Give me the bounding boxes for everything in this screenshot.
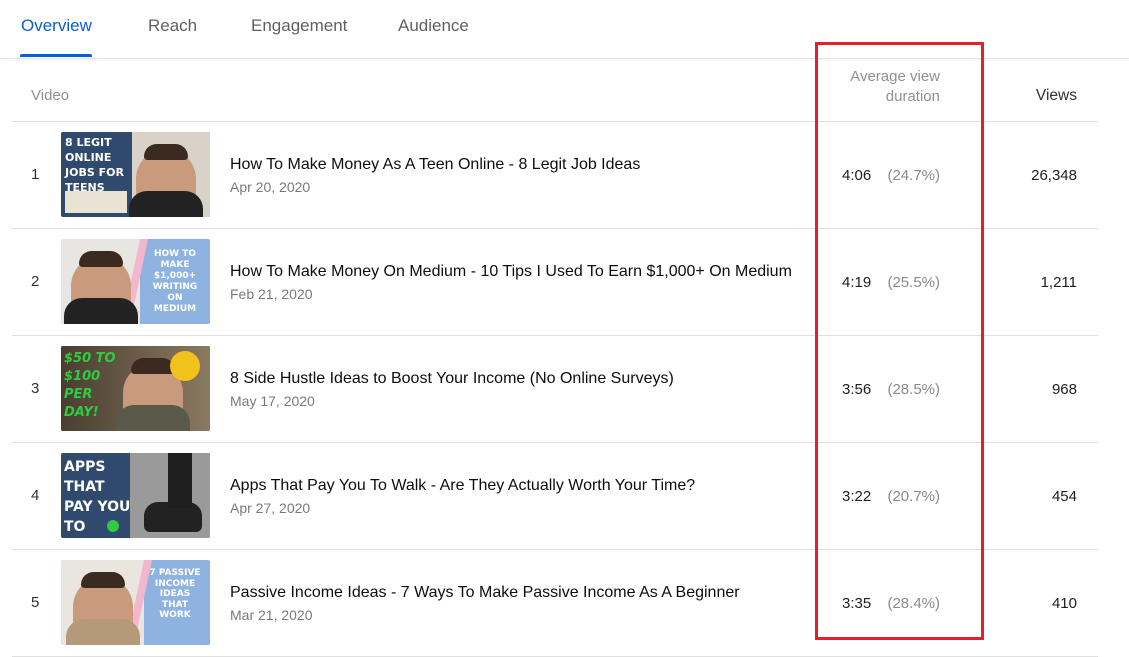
table-header: Video Average view duration Views (12, 59, 1098, 122)
publish-date: May 17, 2020 (230, 393, 315, 409)
publish-date: Feb 21, 2020 (230, 286, 313, 302)
thumbnail-text: HOW TO MAKE $1,000+ WRITING ON MEDIUM (152, 249, 198, 314)
average-percentage-viewed: (25.5%) (887, 274, 940, 291)
publish-date: Apr 20, 2020 (230, 179, 311, 195)
video-title[interactable]: How To Make Money As A Teen Online - 8 L… (230, 156, 640, 174)
video-thumbnail[interactable]: APPS THAT PAY YOU TO WALK (61, 453, 210, 538)
table-row[interactable]: 3 $50 TO $100 PER DAY! 8 Side Hustle Ide… (12, 336, 1098, 443)
table-row[interactable]: 4 APPS THAT PAY YOU TO WALK Apps That Pa… (12, 443, 1098, 550)
video-title[interactable]: Passive Income Ideas - 7 Ways To Make Pa… (230, 584, 740, 602)
average-view-duration: 4:06 (842, 167, 872, 184)
column-header-avd-line1: Average view (850, 68, 940, 85)
column-header-avd-line2: duration (885, 88, 940, 105)
views-count: 1,211 (1040, 274, 1077, 291)
average-percentage-viewed: (28.5%) (887, 381, 940, 398)
column-header-views[interactable]: Views (1036, 87, 1077, 105)
video-title[interactable]: How To Make Money On Medium - 10 Tips I … (230, 263, 792, 281)
views-count: 454 (1051, 488, 1077, 505)
average-view-duration: 4:19 (842, 274, 872, 291)
row-rank: 1 (31, 166, 40, 183)
video-thumbnail[interactable]: 8 LEGIT ONLINE JOBS FOR TEENS (61, 132, 210, 217)
tab-engagement[interactable]: Engagement (251, 16, 347, 36)
views-count: 968 (1051, 381, 1077, 398)
average-percentage-viewed: (28.4%) (887, 595, 940, 612)
active-tab-indicator (20, 54, 92, 57)
average-percentage-viewed: (24.7%) (887, 167, 940, 184)
table-row[interactable]: 2 HOW TO MAKE $1,000+ WRITING ON MEDIUM … (12, 229, 1098, 336)
thumbnail-text: 8 LEGIT ONLINE JOBS FOR TEENS (65, 136, 124, 194)
publish-date: Apr 27, 2020 (230, 500, 311, 516)
video-thumbnail[interactable]: $50 TO $100 PER DAY! (61, 346, 210, 431)
top-videos-table: Video Average view duration Views 1 8 LE… (12, 59, 1098, 657)
row-rank: 5 (31, 594, 40, 611)
tab-overview[interactable]: Overview (21, 16, 92, 36)
thumbnail-text: 7 PASSIVE INCOME IDEAS THAT WORK (149, 568, 201, 620)
tab-reach[interactable]: Reach (148, 16, 197, 36)
analytics-tabs: Overview Reach Engagement Audience (0, 0, 1129, 59)
thumbnail-text: $50 TO $100 PER DAY! (64, 351, 116, 420)
average-percentage-viewed: (20.7%) (887, 488, 940, 505)
tab-audience[interactable]: Audience (398, 16, 469, 36)
video-title[interactable]: Apps That Pay You To Walk - Are They Act… (230, 477, 695, 495)
row-rank: 3 (31, 380, 40, 397)
row-rank: 4 (31, 487, 40, 504)
video-title[interactable]: 8 Side Hustle Ideas to Boost Your Income… (230, 370, 674, 388)
column-header-video[interactable]: Video (31, 87, 69, 104)
thumbnail-text: APPS THAT PAY YOU TO WALK (64, 459, 131, 535)
views-count: 410 (1051, 595, 1077, 612)
average-view-duration: 3:56 (842, 381, 872, 398)
video-thumbnail[interactable]: HOW TO MAKE $1,000+ WRITING ON MEDIUM (61, 239, 210, 324)
publish-date: Mar 21, 2020 (230, 607, 313, 623)
table-row[interactable]: 5 7 PASSIVE INCOME IDEAS THAT WORK Passi… (12, 550, 1098, 657)
views-count: 26,348 (1031, 167, 1077, 184)
average-view-duration: 3:35 (842, 595, 872, 612)
table-row[interactable]: 1 8 LEGIT ONLINE JOBS FOR TEENS How To M… (12, 122, 1098, 229)
column-header-average-view-duration[interactable]: Average view duration (800, 67, 940, 107)
row-rank: 2 (31, 273, 40, 290)
average-view-duration: 3:22 (842, 488, 872, 505)
video-thumbnail[interactable]: 7 PASSIVE INCOME IDEAS THAT WORK (61, 560, 210, 645)
